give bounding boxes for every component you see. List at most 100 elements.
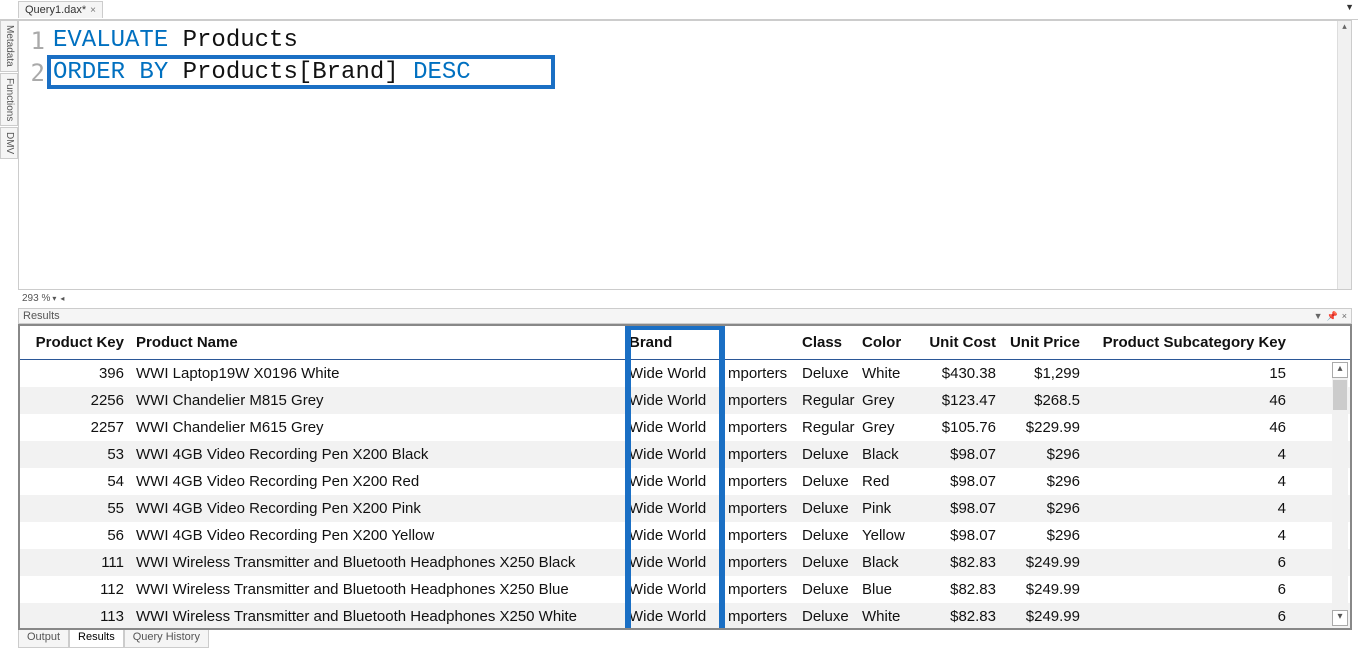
cell: mporters [722, 419, 796, 436]
scroll-thumb[interactable] [1333, 380, 1347, 410]
table-row[interactable]: 113WWI Wireless Transmitter and Bluetoot… [20, 603, 1350, 630]
tab-output[interactable]: Output [18, 630, 69, 648]
zoom-indicator[interactable]: 293 % ▾ ◂ [18, 292, 68, 305]
cell: Wide World [625, 365, 722, 382]
cell: 6 [1086, 581, 1294, 598]
zoom-label: 293 % [22, 293, 50, 304]
table-row[interactable]: 2257WWI Chandelier M615 GreyWide Worldmp… [20, 414, 1350, 441]
cell: Wide World [625, 554, 722, 571]
cell: WWI Wireless Transmitter and Bluetooth H… [130, 554, 625, 571]
cell: 15 [1086, 365, 1294, 382]
tab-query-history[interactable]: Query History [124, 630, 209, 648]
table-row[interactable]: 55WWI 4GB Video Recording Pen X200 PinkW… [20, 495, 1350, 522]
cell: 55 [20, 500, 130, 517]
grid-scrollbar[interactable]: ▴ ▾ [1332, 362, 1348, 626]
cell: Black [856, 446, 914, 463]
table-row[interactable]: 396WWI Laptop19W X0196 WhiteWide Worldmp… [20, 360, 1350, 387]
editor-body[interactable]: EVALUATE ProductsORDER BY Products[Brand… [49, 21, 1337, 289]
cell: $105.76 [914, 419, 1002, 436]
cell: Wide World [625, 392, 722, 409]
cell: mporters [722, 608, 796, 625]
cell: mporters [722, 365, 796, 382]
table-row[interactable]: 112WWI Wireless Transmitter and Bluetoot… [20, 576, 1350, 603]
cell: mporters [722, 554, 796, 571]
cell: Red [856, 473, 914, 490]
cell: $296 [1002, 446, 1086, 463]
scroll-up-icon[interactable]: ▴ [1332, 362, 1348, 378]
table-row[interactable]: 111WWI Wireless Transmitter and Bluetoot… [20, 549, 1350, 576]
panel-close-icon[interactable]: × [1342, 311, 1347, 322]
col-brand[interactable]: Brand [625, 334, 722, 351]
cell: Deluxe [796, 446, 856, 463]
tab-results[interactable]: Results [69, 630, 124, 648]
scroll-down-icon[interactable]: ▾ [1332, 610, 1348, 626]
panel-pin-icon[interactable]: 📌 [1327, 311, 1338, 322]
cell: 111 [20, 554, 130, 571]
file-tab-label: Query1.dax* [25, 4, 86, 16]
file-tab-bar: Query1.dax* × ▼ [0, 0, 1358, 20]
col-subcategory-key[interactable]: Product Subcategory Key [1086, 334, 1294, 351]
code-editor[interactable]: 12 EVALUATE ProductsORDER BY Products[Br… [18, 20, 1352, 290]
zoom-left-icon[interactable]: ◂ [60, 294, 64, 303]
cell: Regular [796, 419, 856, 436]
cell: 4 [1086, 527, 1294, 544]
side-tab-functions[interactable]: Functions [0, 73, 18, 126]
panel-dropdown-icon[interactable]: ▼ [1314, 311, 1323, 322]
results-panel-title: Results [23, 310, 60, 322]
cell: $430.38 [914, 365, 1002, 382]
cell: $82.83 [914, 554, 1002, 571]
zoom-dropdown-icon[interactable]: ▾ [52, 294, 56, 303]
cell: $249.99 [1002, 608, 1086, 625]
cell: Deluxe [796, 500, 856, 517]
cell: Deluxe [796, 581, 856, 598]
cell: $268.5 [1002, 392, 1086, 409]
cell: 2257 [20, 419, 130, 436]
results-panel-header: Results ▼ 📌 × [18, 308, 1352, 324]
cell: 4 [1086, 473, 1294, 490]
cell: Black [856, 554, 914, 571]
cell: 46 [1086, 392, 1294, 409]
col-unit-price[interactable]: Unit Price [1002, 334, 1086, 351]
cell: Pink [856, 500, 914, 517]
cell: $82.83 [914, 581, 1002, 598]
cell: Deluxe [796, 554, 856, 571]
cell: 113 [20, 608, 130, 625]
cell: Wide World [625, 581, 722, 598]
cell: Grey [856, 419, 914, 436]
cell: Deluxe [796, 527, 856, 544]
cell: White [856, 365, 914, 382]
side-tab-metadata[interactable]: Metadata [0, 20, 18, 72]
side-tab-dmv[interactable]: DMV [0, 127, 18, 159]
col-color[interactable]: Color [856, 334, 914, 351]
table-row[interactable]: 54WWI 4GB Video Recording Pen X200 RedWi… [20, 468, 1350, 495]
cell: Wide World [625, 446, 722, 463]
code-line[interactable]: EVALUATE Products [53, 25, 1337, 57]
editor-scrollbar[interactable]: ▴ [1337, 21, 1351, 289]
cell: mporters [722, 500, 796, 517]
cell: 6 [1086, 608, 1294, 625]
cell: White [856, 608, 914, 625]
cell: Blue [856, 581, 914, 598]
table-row[interactable]: 53WWI 4GB Video Recording Pen X200 Black… [20, 441, 1350, 468]
close-icon[interactable]: × [90, 5, 96, 16]
cell: 4 [1086, 446, 1294, 463]
cell: Wide World [625, 419, 722, 436]
col-product-name[interactable]: Product Name [130, 334, 625, 351]
cell: Wide World [625, 608, 722, 625]
col-product-key[interactable]: Product Key [20, 334, 130, 351]
table-row[interactable]: 56WWI 4GB Video Recording Pen X200 Yello… [20, 522, 1350, 549]
file-tab[interactable]: Query1.dax* × [18, 1, 103, 18]
tab-overflow-dropdown-icon[interactable]: ▼ [1345, 2, 1354, 12]
col-unit-cost[interactable]: Unit Cost [914, 334, 1002, 351]
cell: $1,299 [1002, 365, 1086, 382]
table-row[interactable]: 2256WWI Chandelier M815 GreyWide Worldmp… [20, 387, 1350, 414]
scroll-up-icon[interactable]: ▴ [1338, 21, 1351, 35]
cell: Yellow [856, 527, 914, 544]
cell: 2256 [20, 392, 130, 409]
cell: WWI 4GB Video Recording Pen X200 Black [130, 446, 625, 463]
col-class[interactable]: Class [796, 334, 856, 351]
cell: $98.07 [914, 473, 1002, 490]
grid-header-row: Product Key Product Name Brand Class Col… [20, 326, 1350, 360]
cell: $296 [1002, 527, 1086, 544]
code-line[interactable]: ORDER BY Products[Brand] DESC [53, 57, 1337, 89]
